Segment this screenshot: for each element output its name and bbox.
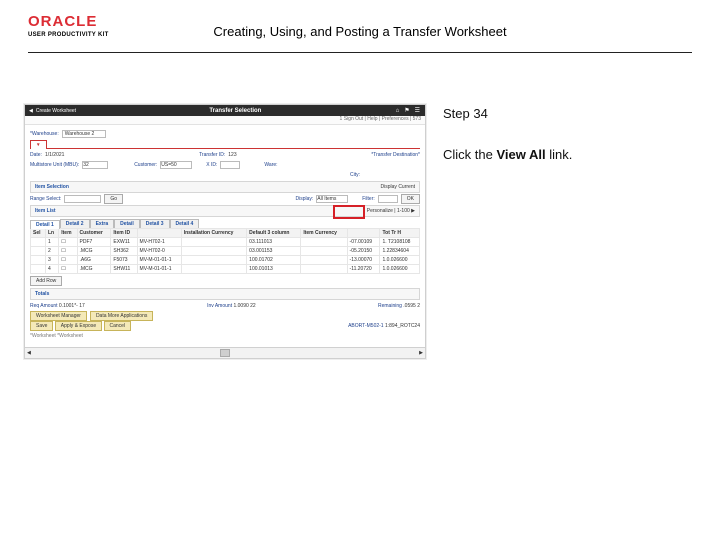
filter-input[interactable]: [378, 195, 398, 203]
footer-links[interactable]: *Worksheet *Worksheet: [30, 333, 83, 339]
req-amount-label: Req Amount: [30, 303, 58, 309]
tab-detail-4[interactable]: Detail 4: [170, 219, 200, 228]
item-tabs: Detail 1 Detail 2 Extra Detail Detail 3 …: [30, 219, 420, 228]
footer-right-label: ABORT-M502-1: [348, 323, 383, 329]
menu-icon[interactable]: ☰: [415, 107, 420, 114]
transfer-id-label: Transfer ID:: [199, 152, 225, 158]
display-select[interactable]: All Items: [316, 195, 348, 203]
item-selection-header: Item Selection: [35, 184, 69, 190]
col-header: Item: [59, 229, 77, 238]
filter-label: Filter:: [362, 196, 375, 202]
items-table: SelLnItemCustomerItem ID Installation Cur…: [30, 228, 420, 274]
view-all-link-ref: View All: [496, 147, 545, 162]
transfer-id-value: 123: [228, 152, 236, 158]
table-row[interactable]: 1☐PDF7EXW11MV-H702-103.111013-07.001091.…: [31, 238, 420, 247]
table-row[interactable]: 2☐.MCGSH362MV-H702-003.001153-05.201501.…: [31, 247, 420, 256]
tab-detail[interactable]: Detail: [114, 219, 140, 228]
step-text: Click the View All link.: [443, 147, 572, 162]
ok-button[interactable]: OK: [401, 194, 420, 204]
range-select-label: Range Select:: [30, 196, 61, 202]
col-header: Item ID: [111, 229, 137, 238]
col-header: Sel: [31, 229, 46, 238]
range-select-input[interactable]: [64, 195, 101, 203]
worksheet-manager-button[interactable]: Worksheet Manager: [30, 311, 87, 321]
remaining-value: .0595: [403, 303, 416, 309]
display-current: Display Current: [381, 184, 415, 190]
warehouse-label: *Warehouse:: [30, 131, 59, 137]
col-header: Default 3 column: [247, 229, 301, 238]
col-header: [347, 229, 380, 238]
add-row-button[interactable]: Add Row: [30, 276, 62, 286]
tab-detail-2[interactable]: Detail 2: [60, 219, 90, 228]
step-number: Step 34: [443, 106, 572, 121]
data-more-button[interactable]: Data More Applications: [90, 311, 153, 321]
app-screenshot: ◀ Create Worksheet Transfer Selection ⌂ …: [24, 104, 426, 359]
page-header: ORACLE USER PRODUCTIVITY KIT Creating, U…: [0, 0, 720, 58]
display-label: Display:: [295, 196, 313, 202]
inv-amount-label: Inv Amount: [207, 303, 232, 309]
date-value: 1/1/2021: [45, 152, 64, 158]
table-row[interactable]: 3☐.A6GF5073MV-M-01-01-1100.01702-13.0007…: [31, 256, 420, 265]
ware-label: Ware:: [264, 162, 277, 168]
req-amount-value: 0.1001*-: [59, 303, 78, 309]
app-title-bar: ◀ Create Worksheet Transfer Selection ⌂ …: [25, 105, 425, 116]
multistore-label: Multistore Unit (MBU):: [30, 162, 79, 168]
instruction-panel: Step 34 Click the View All link.: [443, 106, 572, 162]
inv-amount-value: 1.0090: [233, 303, 248, 309]
view-all-link[interactable]: Personalize | 1-100 ▶: [367, 208, 415, 214]
home-icon[interactable]: ⌂: [396, 108, 400, 114]
back-chevron-icon[interactable]: ◀: [29, 108, 33, 114]
col-header: [137, 229, 181, 238]
remaining-label: Remaining: [378, 303, 402, 309]
col-header: Installation Currency: [181, 229, 246, 238]
col-header: Tot Tr H: [380, 229, 420, 238]
save-button[interactable]: Save: [30, 321, 53, 331]
screen-title: Transfer Selection: [79, 108, 392, 114]
city-label: City:: [350, 172, 360, 178]
apply-button[interactable]: Apply & Expose: [55, 321, 102, 331]
col-header: Ln: [45, 229, 58, 238]
oracle-logo: ORACLE USER PRODUCTIVITY KIT: [28, 14, 109, 38]
highlight-box: [333, 205, 365, 219]
warehouse-input[interactable]: Warehouse 2: [62, 130, 106, 138]
cancel-button[interactable]: Cancel: [104, 321, 132, 331]
col-header: Item Currency: [301, 229, 347, 238]
xid-input[interactable]: [220, 161, 240, 169]
tab-detail-1[interactable]: Detail 1: [30, 220, 60, 229]
date-label: Date:: [30, 152, 42, 158]
footer-right-value: 1:894_ROTC24: [385, 323, 420, 329]
sub-bar: 1 Sign Out | Help | Preferences | 573: [25, 116, 425, 125]
table-row[interactable]: 4☐.MCGSHW11MV-M-01-01-1100.01013-11.2072…: [31, 265, 420, 274]
customer-input[interactable]: US=50: [160, 161, 192, 169]
go-button[interactable]: Go: [104, 194, 123, 204]
totals-header: Totals: [35, 291, 49, 297]
tab-detail-3[interactable]: Detail 3: [140, 219, 170, 228]
multistore-input[interactable]: 32: [82, 161, 108, 169]
xid-label: X ID:: [206, 162, 217, 168]
horizontal-scrollbar[interactable]: ◀▶: [25, 347, 425, 358]
transfer-dest-label: *Transfer Destination*: [371, 152, 420, 158]
section-tab: ▾: [30, 140, 47, 149]
col-header: Customer: [77, 229, 111, 238]
item-list-header: Item List: [35, 208, 56, 214]
back-label[interactable]: Create Worksheet: [36, 108, 76, 114]
flag-icon[interactable]: ⚑: [404, 107, 409, 114]
tab-extra[interactable]: Extra: [90, 219, 115, 228]
customer-label: Customer:: [134, 162, 157, 168]
